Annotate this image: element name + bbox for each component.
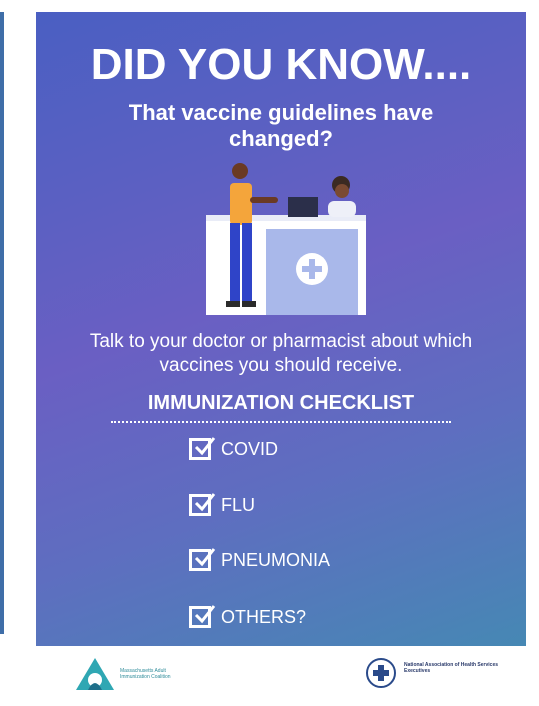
- checklist-item-covid: COVID: [189, 434, 278, 464]
- poster-headline: DID YOU KNOW....: [90, 40, 472, 89]
- coalition-logo-mark-icon: [76, 658, 114, 690]
- checklist-item-others: OTHERS?: [189, 602, 306, 632]
- vaccine-poster: DID YOU KNOW.... That vaccine guidelines…: [36, 12, 526, 646]
- consult-message: Talk to your doctor or pharmacist about …: [89, 331, 473, 376]
- poster-footer: Massachusetts Adult Immunization Coaliti…: [36, 646, 526, 704]
- nahse-seal-icon: [366, 658, 396, 688]
- checkbox-checked-icon: [189, 605, 216, 628]
- coalition-logo-text: Massachusetts Adult Immunization Coaliti…: [120, 668, 171, 680]
- checklist-item-label: COVID: [221, 438, 279, 459]
- checklist-item-label: OTHERS?: [221, 606, 307, 627]
- checkbox-checked-icon: [189, 548, 216, 571]
- checkbox-checked-icon: [189, 437, 216, 460]
- left-edge-strip: [0, 12, 4, 634]
- pharmacy-counter-illustration: [206, 163, 366, 315]
- coalition-logo: Massachusetts Adult Immunization Coaliti…: [74, 656, 194, 696]
- nahse-logo: National Association of Health Services …: [366, 656, 506, 696]
- nahse-logo-text: National Association of Health Services …: [404, 662, 499, 674]
- checklist-item-pneumonia: PNEUMONIA: [189, 545, 330, 575]
- poster-subhead: That vaccine guidelines have changed?: [128, 100, 434, 151]
- checklist-title: IMMUNIZATION CHECKLIST: [111, 392, 451, 423]
- checkbox-checked-icon: [189, 493, 216, 516]
- checklist-item-label: FLU: [221, 494, 256, 515]
- checklist-item-flu: FLU: [189, 490, 255, 520]
- checklist-item-label: PNEUMONIA: [221, 549, 331, 570]
